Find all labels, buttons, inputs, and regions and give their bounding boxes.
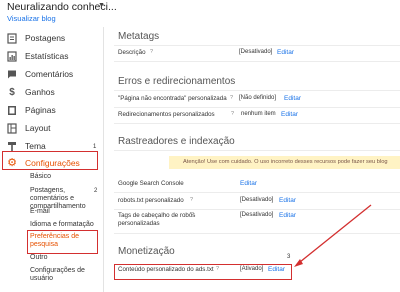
annotation-arrow (294, 204, 372, 267)
